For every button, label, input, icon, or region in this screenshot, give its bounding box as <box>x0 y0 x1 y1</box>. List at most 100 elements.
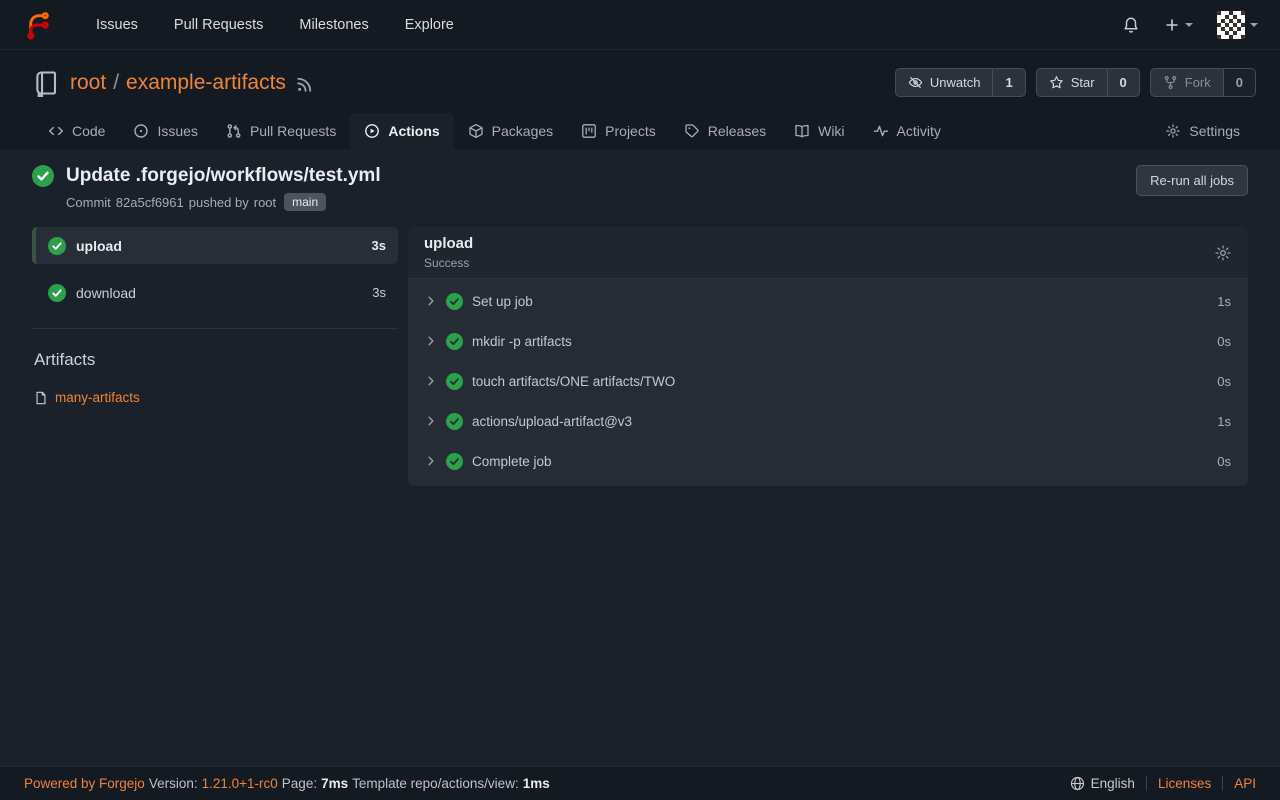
forks-count[interactable]: 0 <box>1223 69 1255 96</box>
footer-divider <box>1222 776 1223 791</box>
tab-activity[interactable]: Activity <box>859 113 955 149</box>
check-circle-icon <box>446 373 463 390</box>
powered-by-link[interactable]: Powered by Forgejo <box>24 776 145 791</box>
check-circle-icon <box>446 293 463 310</box>
tab-wiki-label: Wiki <box>818 123 844 139</box>
repo-name-link[interactable]: example-artifacts <box>126 71 286 95</box>
create-new-button[interactable] <box>1164 17 1193 33</box>
check-circle-icon <box>446 333 463 350</box>
fork-button[interactable]: Fork <box>1151 69 1223 96</box>
version-link[interactable]: 1.21.0+1-rc0 <box>202 776 278 791</box>
book-icon <box>794 123 810 139</box>
tab-projects[interactable]: Projects <box>567 113 670 149</box>
tab-actions[interactable]: Actions <box>350 113 453 149</box>
watchers-count[interactable]: 1 <box>992 69 1024 96</box>
nav-link-pull-requests[interactable]: Pull Requests <box>174 17 263 33</box>
step-label: touch artifacts/ONE artifacts/TWO <box>472 374 675 389</box>
step-label: Complete job <box>472 454 552 469</box>
step-row-touch[interactable]: touch artifacts/ONE artifacts/TWO 0s <box>408 361 1248 401</box>
job-detail-name: upload <box>424 235 473 252</box>
file-icon <box>34 391 48 405</box>
api-link[interactable]: API <box>1234 776 1256 791</box>
repo-title-row: root / example-artifacts Unwatch <box>32 68 1256 97</box>
licenses-link[interactable]: Licenses <box>1158 776 1211 791</box>
pusher-link[interactable]: root <box>254 195 276 210</box>
user-menu-button[interactable] <box>1217 11 1258 39</box>
jobs-sidebar: upload 3s download 3s Artifacts many-art… <box>32 227 398 405</box>
job-detail-titles: upload Success <box>424 235 473 270</box>
tag-icon <box>684 123 700 139</box>
star-button[interactable]: Star <box>1037 69 1107 96</box>
chevron-down-icon <box>1185 23 1193 31</box>
step-label: mkdir -p artifacts <box>472 334 572 349</box>
repo-breadcrumb: root / example-artifacts <box>70 71 286 95</box>
check-circle-icon <box>48 284 66 302</box>
repo-header: root / example-artifacts Unwatch <box>0 50 1280 149</box>
tab-releases-label: Releases <box>708 123 766 139</box>
forgejo-logo[interactable] <box>22 10 52 40</box>
tab-wiki[interactable]: Wiki <box>780 113 858 149</box>
bell-icon <box>1122 16 1140 34</box>
step-row-mkdir[interactable]: mkdir -p artifacts 0s <box>408 321 1248 361</box>
unwatch-label: Unwatch <box>930 75 981 90</box>
fork-icon <box>1163 75 1178 90</box>
chevron-down-icon <box>1250 23 1258 31</box>
artifact-link-many-artifacts[interactable]: many-artifacts <box>34 390 398 405</box>
job-row-download[interactable]: download 3s <box>32 274 398 311</box>
rss-feed-button[interactable] <box>296 76 313 93</box>
issue-icon <box>133 123 149 139</box>
nav-link-explore[interactable]: Explore <box>405 17 454 33</box>
tab-releases[interactable]: Releases <box>670 113 780 149</box>
activity-icon <box>873 123 889 139</box>
step-row-upload-artifact[interactable]: actions/upload-artifact@v3 1s <box>408 401 1248 441</box>
commit-sha-link[interactable]: 82a5cf6961 <box>116 195 184 210</box>
step-row-complete[interactable]: Complete job 0s <box>408 441 1248 481</box>
repo-tabs: Code Issues Pull Requests Actions <box>32 113 1256 149</box>
step-duration: 0s <box>1217 374 1231 389</box>
chevron-right-icon <box>425 415 437 427</box>
nav-link-issues[interactable]: Issues <box>96 17 138 33</box>
job-row-upload[interactable]: upload 3s <box>32 227 398 264</box>
top-navbar: Issues Pull Requests Milestones Explore <box>0 0 1280 50</box>
tab-code[interactable]: Code <box>34 113 119 149</box>
rerun-all-jobs-button[interactable]: Re-run all jobs <box>1136 165 1248 196</box>
tab-actions-label: Actions <box>388 123 439 139</box>
artifact-name: many-artifacts <box>55 390 140 405</box>
watch-button-group: Unwatch 1 <box>895 68 1026 97</box>
footer-right: English Licenses API <box>1070 776 1256 791</box>
project-icon <box>581 123 597 139</box>
step-duration: 0s <box>1217 454 1231 469</box>
tab-projects-label: Projects <box>605 123 656 139</box>
chevron-right-icon <box>425 455 437 467</box>
step-duration: 0s <box>1217 334 1231 349</box>
unwatch-button[interactable]: Unwatch <box>896 69 993 96</box>
star-button-group: Star 0 <box>1036 68 1140 97</box>
navbar-right <box>1122 11 1258 39</box>
page-time-value: 7ms <box>321 776 348 791</box>
pushed-by-label: pushed by <box>189 195 249 210</box>
job-options-button[interactable] <box>1214 244 1232 262</box>
tab-pull-requests[interactable]: Pull Requests <box>212 113 350 149</box>
star-label: Star <box>1071 75 1095 90</box>
tab-packages-label: Packages <box>492 123 553 139</box>
tab-packages[interactable]: Packages <box>454 113 567 149</box>
star-icon <box>1049 75 1064 90</box>
language-selector[interactable]: English <box>1070 776 1135 791</box>
tab-issues[interactable]: Issues <box>119 113 211 149</box>
step-row-setup[interactable]: Set up job 1s <box>408 281 1248 321</box>
job-name: download <box>76 285 136 301</box>
nav-link-milestones[interactable]: Milestones <box>299 17 368 33</box>
tab-settings[interactable]: Settings <box>1151 113 1254 149</box>
run-layout: upload 3s download 3s Artifacts many-art… <box>32 227 1248 486</box>
stars-count[interactable]: 0 <box>1107 69 1139 96</box>
job-steps-list: Set up job 1s mkdir -p artifacts 0s touc… <box>408 279 1248 486</box>
actions-icon <box>364 123 380 139</box>
branch-badge[interactable]: main <box>284 193 326 211</box>
step-label: Set up job <box>472 294 533 309</box>
run-status-success-icon <box>32 165 54 187</box>
step-duration: 1s <box>1217 414 1231 429</box>
notifications-button[interactable] <box>1122 16 1140 34</box>
run-commit-line: Commit 82a5cf6961 pushed by root main <box>66 193 381 211</box>
tab-activity-label: Activity <box>897 123 941 139</box>
repo-owner-link[interactable]: root <box>70 71 106 95</box>
